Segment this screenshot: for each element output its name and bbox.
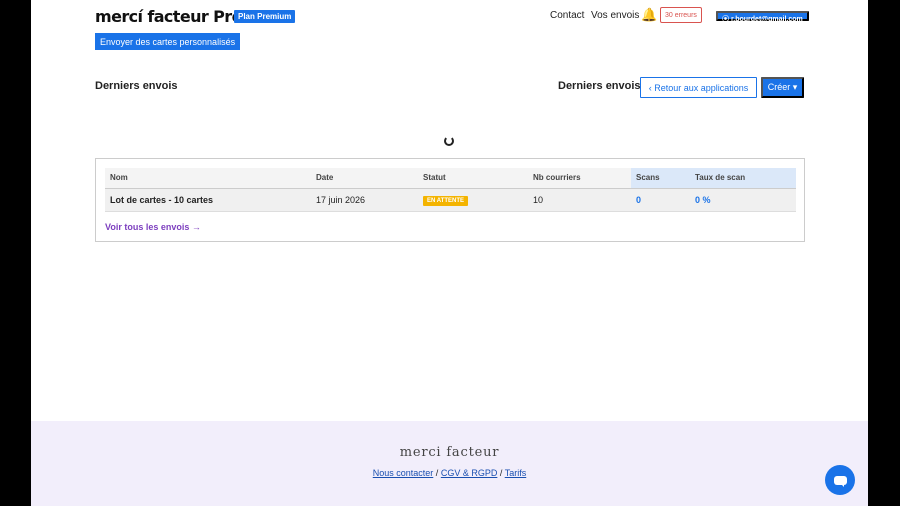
page-title: Derniers envois: [95, 80, 178, 92]
col-header-scans: Scans: [631, 168, 690, 189]
col-header-nb-courriers: Nb courriers: [528, 168, 631, 189]
chat-button[interactable]: [825, 465, 855, 495]
cell-nb-courriers: 10: [528, 188, 631, 212]
brand-logo[interactable]: mercí facteur Pro: [95, 7, 243, 26]
nav-envois-link[interactable]: Vos envois: [591, 10, 639, 21]
bell-icon[interactable]: 🔔: [641, 7, 657, 23]
page: mercí facteur Pro Plan Premium Envoyer d…: [31, 0, 868, 506]
shipments-table: Nom Date Statut Nb courriers Scans Taux …: [105, 168, 796, 212]
footer-link-contact[interactable]: Nous contacter: [373, 468, 434, 478]
back-to-apps-button[interactable]: ‹ Retour aux applications: [640, 77, 757, 98]
cell-date: 17 juin 2026: [311, 188, 418, 212]
col-header-taux-scan: Taux de scan: [690, 168, 796, 189]
see-all-shipments-link[interactable]: Voir tous les envois →: [105, 222, 201, 232]
footer-separator: /: [435, 468, 439, 478]
cell-nom[interactable]: Lot de cartes - 10 cartes: [105, 188, 311, 212]
footer-link-cgv[interactable]: CGV & RGPD: [441, 468, 498, 478]
create-dropdown-button[interactable]: Créer ▾: [761, 77, 804, 98]
cell-statut: EN ATTENTE: [418, 188, 528, 212]
loading-spinner-icon: [444, 136, 454, 146]
cell-scans[interactable]: 0: [631, 188, 690, 212]
plan-badge: Plan Premium: [234, 10, 296, 23]
send-cards-button[interactable]: Envoyer des cartes personnalisés: [95, 33, 241, 50]
chat-bubble-icon: [833, 475, 847, 487]
footer-brand: merci facteur: [399, 445, 500, 460]
col-header-nom: Nom: [105, 168, 311, 189]
footer-separator: /: [499, 468, 503, 478]
errors-button[interactable]: 30 erreurs: [660, 7, 702, 23]
footer: merci facteur Nous contacter / CGV & RGP…: [31, 421, 868, 506]
cell-taux-scan: 0 %: [690, 188, 796, 212]
status-badge: EN ATTENTE: [423, 195, 468, 206]
nav-contact-link[interactable]: Contact: [550, 10, 584, 21]
col-header-date: Date: [311, 168, 418, 189]
table-row[interactable]: Lot de cartes - 10 cartes 17 juin 2026 E…: [105, 188, 796, 212]
table-header-row: Nom Date Statut Nb courriers Scans Taux …: [105, 168, 796, 189]
section-title: Derniers envois: [558, 80, 641, 92]
footer-links: Nous contacter / CGV & RGPD / Tarifs: [31, 468, 868, 478]
user-account-button[interactable]: ⦿ r.bourdet@gmail.com: [716, 11, 809, 23]
footer-link-tarifs[interactable]: Tarifs: [505, 468, 527, 478]
col-header-statut: Statut: [418, 168, 528, 189]
shipments-card: Nom Date Statut Nb courriers Scans Taux …: [95, 158, 805, 242]
